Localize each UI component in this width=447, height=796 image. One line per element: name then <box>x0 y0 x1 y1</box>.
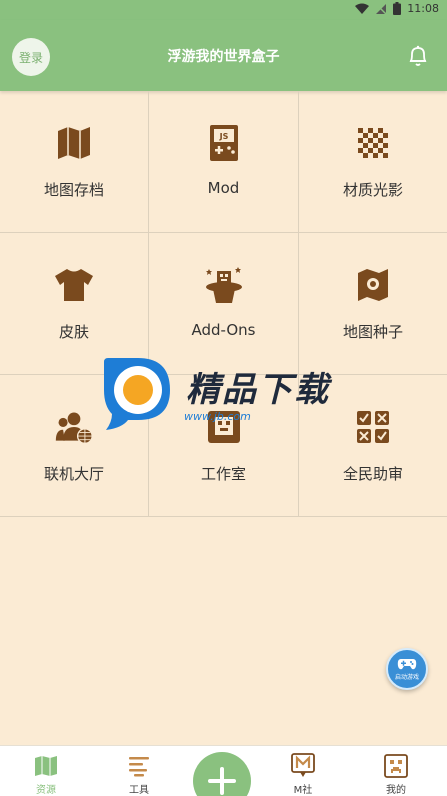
grid-item-label: 地图存档 <box>43 181 104 199</box>
plus-icon <box>208 767 236 795</box>
map-seed-icon <box>353 265 393 305</box>
wifi-icon <box>355 3 370 14</box>
magic-hat-icon <box>204 265 244 305</box>
community-icon <box>291 753 315 778</box>
grid-item-addons[interactable]: Add-Ons <box>149 233 299 375</box>
grid-item-label: 地图种子 <box>342 323 403 341</box>
tab-label: 工具 <box>129 785 149 796</box>
grid-item-label: Add-Ons <box>191 321 256 339</box>
grid-item-label: 全民助审 <box>342 465 403 483</box>
clock: 11:08 <box>407 2 439 15</box>
feature-grid: 地图存档 JS Mod 材质光影 皮肤 Add-Ons 地图种子 联机大厅 工作… <box>0 91 447 517</box>
grid-item-label: 联机大厅 <box>43 465 104 483</box>
map-icon <box>34 754 58 778</box>
start-game-label: 启动游戏 <box>394 674 419 681</box>
tab-resources[interactable]: 资源 <box>11 746 81 796</box>
tab-tools[interactable]: 工具 <box>104 746 174 796</box>
grid-item-label: 材质光影 <box>342 181 403 199</box>
grid-item-label: 皮肤 <box>58 323 89 341</box>
status-indicators: 11:08 <box>355 2 439 15</box>
tab-label: 资源 <box>36 785 56 796</box>
app-header: 登录 浮游我的世界盒子 <box>0 20 447 91</box>
grid-item-multiplayer[interactable]: 联机大厅 <box>0 375 149 517</box>
multiplayer-icon <box>54 407 94 447</box>
tools-icon <box>127 754 151 778</box>
grid-item-mod[interactable]: JS Mod <box>149 91 299 233</box>
shirt-icon <box>54 265 94 305</box>
start-game-button[interactable]: 启动游戏 <box>386 648 428 690</box>
bell-icon[interactable] <box>407 44 429 68</box>
grid-item-review[interactable]: 全民助审 <box>299 375 447 517</box>
status-bar: 11:08 <box>0 0 447 20</box>
gamepad-icon <box>397 659 417 670</box>
js-gamepad-icon: JS <box>204 123 244 163</box>
tab-label: M社 <box>293 785 313 796</box>
grid-item-skins[interactable]: 皮肤 <box>0 233 149 375</box>
battery-icon <box>393 2 402 15</box>
no-signal-icon <box>375 2 387 15</box>
map-icon <box>54 123 94 163</box>
page-title: 浮游我的世界盒子 <box>167 49 280 65</box>
grid-item-studio[interactable]: 工作室 <box>149 375 299 517</box>
tab-profile[interactable]: 我的 <box>361 746 431 796</box>
studio-icon <box>204 407 244 447</box>
tab-community[interactable]: M社 <box>268 746 338 796</box>
checker-texture-icon <box>353 123 393 163</box>
grid-item-map-archive[interactable]: 地图存档 <box>0 91 149 233</box>
grid-item-label: 工作室 <box>200 465 246 483</box>
grid-item-map-seeds[interactable]: 地图种子 <box>299 233 447 375</box>
review-icon <box>353 407 393 447</box>
grid-item-label: Mod <box>207 179 240 197</box>
tab-label: 我的 <box>386 785 406 796</box>
profile-icon <box>384 754 408 778</box>
grid-item-textures[interactable]: 材质光影 <box>299 91 447 233</box>
svg-text:JS: JS <box>218 132 228 141</box>
